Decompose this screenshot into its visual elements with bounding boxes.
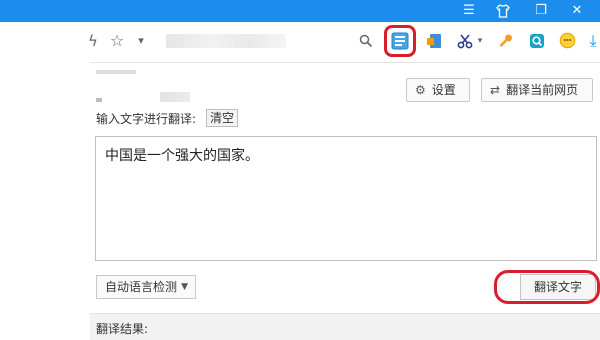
translate-page-label: 翻译当前网页 (506, 83, 579, 97)
blurred-text (96, 98, 102, 102)
star-icon[interactable]: ☆ (108, 31, 126, 51)
key-icon[interactable] (497, 31, 515, 51)
skin-icon[interactable] (492, 1, 514, 21)
input-label: 输入文字进行翻译: (96, 112, 197, 126)
scissors-icon[interactable] (456, 31, 474, 51)
result-label: 翻译结果: (96, 322, 149, 336)
menu-icon[interactable]: ☰ (458, 1, 480, 21)
browser-toolbar: ϟ ☆ ▾ ▾ ⤓ (0, 22, 600, 60)
clear-button[interactable]: 清空 (206, 109, 239, 127)
search-icon[interactable] (358, 31, 374, 51)
swap-icon: ⇄ (490, 83, 501, 97)
settings-label: 设置 (431, 83, 456, 97)
chevron-down-icon: ▼ (181, 282, 188, 292)
screen-icon[interactable] (424, 31, 444, 51)
download-icon[interactable]: ⤓ (586, 31, 600, 51)
language-select[interactable]: 自动语言检测 ▼ (96, 275, 196, 299)
magnifier-icon[interactable] (528, 31, 546, 51)
gear-icon: ⚙ (415, 83, 426, 97)
lightning-icon[interactable]: ϟ (86, 31, 100, 51)
title-bar: ☰ ❐ ✕ (0, 0, 600, 22)
result-area (90, 313, 600, 340)
scissors-dropdown-icon[interactable]: ▾ (476, 31, 484, 51)
language-select-label: 自动语言检测 (105, 280, 178, 294)
blurred-text (160, 92, 190, 102)
chevron-down-icon[interactable]: ▾ (136, 31, 146, 51)
panel-divider (90, 62, 600, 63)
translate-icon-highlight (384, 25, 416, 57)
blurred-text (96, 70, 136, 74)
smiley-icon[interactable] (558, 31, 576, 51)
source-text-input[interactable]: 中国是一个强大的国家。 (95, 136, 597, 261)
restore-icon[interactable]: ❐ (530, 1, 552, 21)
translate-button-highlight (494, 270, 600, 304)
translate-page-button[interactable]: ⇄ 翻译当前网页 (481, 78, 593, 102)
close-icon[interactable]: ✕ (566, 1, 588, 21)
address-bar[interactable] (166, 34, 286, 48)
settings-button[interactable]: ⚙ 设置 (406, 78, 470, 102)
page-left-area (0, 60, 90, 340)
